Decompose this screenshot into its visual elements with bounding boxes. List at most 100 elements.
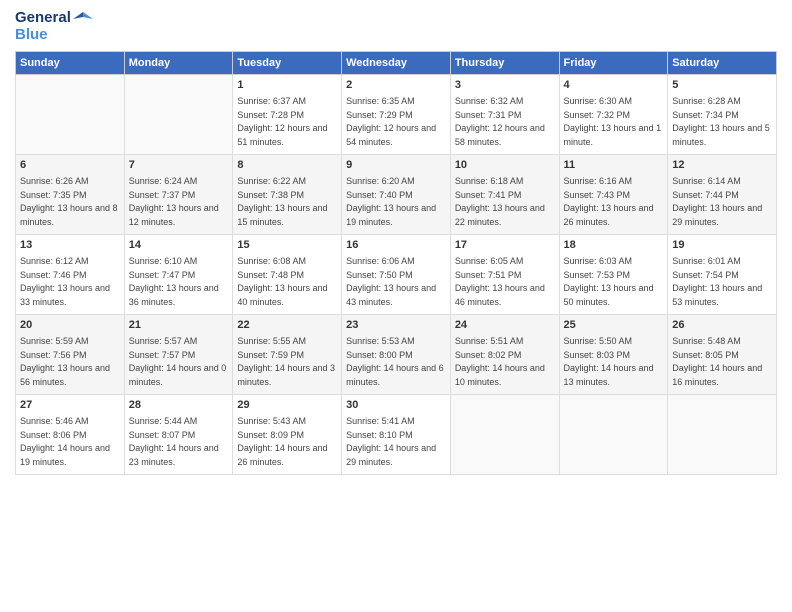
calendar-row: 13 Sunrise: 6:12 AM Sunset: 7:46 PM Dayli…: [16, 235, 777, 315]
calendar-cell: 16 Sunrise: 6:06 AM Sunset: 7:50 PM Dayli…: [342, 235, 451, 315]
day-info: Sunrise: 5:53 AM Sunset: 8:00 PM Dayligh…: [346, 335, 446, 389]
weekday-header-thursday: Thursday: [450, 52, 559, 75]
day-info: Sunrise: 6:20 AM Sunset: 7:40 PM Dayligh…: [346, 175, 446, 229]
day-number: 1: [237, 78, 337, 93]
day-number: 6: [20, 158, 120, 173]
calendar-row: 1Sunrise: 6:37 AM Sunset: 7:28 PM Daylig…: [16, 75, 777, 155]
calendar-cell: [16, 75, 125, 155]
logo-bird-icon: [73, 11, 93, 25]
day-number: 10: [455, 158, 555, 173]
day-number: 7: [129, 158, 229, 173]
calendar-cell: 4 Sunrise: 6:30 AM Sunset: 7:32 PM Daylig…: [559, 75, 668, 155]
day-number: 28: [129, 398, 229, 413]
day-info: Sunrise: 6:10 AM Sunset: 7:47 PM Dayligh…: [129, 255, 229, 309]
day-info: Sunrise: 6:28 AM Sunset: 7:34 PM Dayligh…: [672, 95, 772, 149]
day-info: Sunrise: 6:22 AM Sunset: 7:38 PM Dayligh…: [237, 175, 337, 229]
calendar-cell: 23 Sunrise: 5:53 AM Sunset: 8:00 PM Dayli…: [342, 315, 451, 395]
day-info: Sunrise: 5:57 AM Sunset: 7:57 PM Dayligh…: [129, 335, 229, 389]
calendar-row: 6 Sunrise: 6:26 AM Sunset: 7:35 PM Daylig…: [16, 155, 777, 235]
calendar-cell: 3 Sunrise: 6:32 AM Sunset: 7:31 PM Daylig…: [450, 75, 559, 155]
calendar-cell: 22 Sunrise: 5:55 AM Sunset: 7:59 PM Dayli…: [233, 315, 342, 395]
day-number: 13: [20, 238, 120, 253]
day-number: 18: [564, 238, 664, 253]
calendar-cell: 29 Sunrise: 5:43 AM Sunset: 8:09 PM Dayli…: [233, 395, 342, 475]
day-number: 24: [455, 318, 555, 333]
day-number: 17: [455, 238, 555, 253]
day-info: Sunrise: 5:44 AM Sunset: 8:07 PM Dayligh…: [129, 415, 229, 469]
weekday-header-row: SundayMondayTuesdayWednesdayThursdayFrid…: [16, 52, 777, 75]
day-number: 20: [20, 318, 120, 333]
day-info: Sunrise: 6:16 AM Sunset: 7:43 PM Dayligh…: [564, 175, 664, 229]
page: General Blue SundayMondayTuesdayWednesda…: [0, 0, 792, 612]
day-number: 9: [346, 158, 446, 173]
calendar-cell: 2 Sunrise: 6:35 AM Sunset: 7:29 PM Daylig…: [342, 75, 451, 155]
weekday-header-wednesday: Wednesday: [342, 52, 451, 75]
calendar-cell: 25 Sunrise: 5:50 AM Sunset: 8:03 PM Dayli…: [559, 315, 668, 395]
day-number: 4: [564, 78, 664, 93]
day-info: Sunrise: 6:14 AM Sunset: 7:44 PM Dayligh…: [672, 175, 772, 229]
calendar-cell: 27 Sunrise: 5:46 AM Sunset: 8:06 PM Dayli…: [16, 395, 125, 475]
day-number: 15: [237, 238, 337, 253]
day-number: 8: [237, 158, 337, 173]
weekday-header-monday: Monday: [124, 52, 233, 75]
day-number: 25: [564, 318, 664, 333]
header: General Blue: [15, 10, 777, 43]
calendar-cell: [450, 395, 559, 475]
day-number: 29: [237, 398, 337, 413]
day-number: 27: [20, 398, 120, 413]
calendar-cell: 6 Sunrise: 6:26 AM Sunset: 7:35 PM Daylig…: [16, 155, 125, 235]
day-number: 23: [346, 318, 446, 333]
day-info: Sunrise: 6:30 AM Sunset: 7:32 PM Dayligh…: [564, 95, 664, 149]
calendar-cell: 1Sunrise: 6:37 AM Sunset: 7:28 PM Daylig…: [233, 75, 342, 155]
day-number: 14: [129, 238, 229, 253]
calendar-cell: 15Sunrise: 6:08 AM Sunset: 7:48 PM Dayli…: [233, 235, 342, 315]
calendar-cell: [559, 395, 668, 475]
day-number: 22: [237, 318, 337, 333]
calendar-cell: 5 Sunrise: 6:28 AM Sunset: 7:34 PM Daylig…: [668, 75, 777, 155]
day-info: Sunrise: 6:12 AM Sunset: 7:46 PM Dayligh…: [20, 255, 120, 309]
logo: General Blue: [15, 10, 93, 43]
weekday-header-friday: Friday: [559, 52, 668, 75]
day-number: 5: [672, 78, 772, 93]
calendar-row: 20 Sunrise: 5:59 AM Sunset: 7:56 PM Dayli…: [16, 315, 777, 395]
calendar-cell: 20 Sunrise: 5:59 AM Sunset: 7:56 PM Dayli…: [16, 315, 125, 395]
calendar-cell: 18Sunrise: 6:03 AM Sunset: 7:53 PM Dayli…: [559, 235, 668, 315]
calendar-cell: 21 Sunrise: 5:57 AM Sunset: 7:57 PM Dayli…: [124, 315, 233, 395]
day-number: 21: [129, 318, 229, 333]
day-number: 16: [346, 238, 446, 253]
day-number: 30: [346, 398, 446, 413]
day-number: 2: [346, 78, 446, 93]
day-number: 3: [455, 78, 555, 93]
calendar-cell: [124, 75, 233, 155]
day-info: Sunrise: 6:06 AM Sunset: 7:50 PM Dayligh…: [346, 255, 446, 309]
day-info: Sunrise: 6:18 AM Sunset: 7:41 PM Dayligh…: [455, 175, 555, 229]
calendar-cell: [668, 395, 777, 475]
day-info: Sunrise: 5:43 AM Sunset: 8:09 PM Dayligh…: [237, 415, 337, 469]
weekday-header-tuesday: Tuesday: [233, 52, 342, 75]
calendar-cell: 14 Sunrise: 6:10 AM Sunset: 7:47 PM Dayli…: [124, 235, 233, 315]
calendar-cell: 19Sunrise: 6:01 AM Sunset: 7:54 PM Dayli…: [668, 235, 777, 315]
day-info: Sunrise: 5:59 AM Sunset: 7:56 PM Dayligh…: [20, 335, 120, 389]
calendar-cell: 8 Sunrise: 6:22 AM Sunset: 7:38 PM Daylig…: [233, 155, 342, 235]
day-info: Sunrise: 5:41 AM Sunset: 8:10 PM Dayligh…: [346, 415, 446, 469]
day-number: 19: [672, 238, 772, 253]
day-info: Sunrise: 5:50 AM Sunset: 8:03 PM Dayligh…: [564, 335, 664, 389]
calendar-cell: 24 Sunrise: 5:51 AM Sunset: 8:02 PM Dayli…: [450, 315, 559, 395]
calendar-cell: 13 Sunrise: 6:12 AM Sunset: 7:46 PM Dayli…: [16, 235, 125, 315]
logo-brand: General Blue: [15, 10, 93, 43]
weekday-header-sunday: Sunday: [16, 52, 125, 75]
day-info: Sunrise: 5:46 AM Sunset: 8:06 PM Dayligh…: [20, 415, 120, 469]
day-info: Sunrise: 5:51 AM Sunset: 8:02 PM Dayligh…: [455, 335, 555, 389]
day-info: Sunrise: 5:55 AM Sunset: 7:59 PM Dayligh…: [237, 335, 337, 389]
calendar-cell: 12Sunrise: 6:14 AM Sunset: 7:44 PM Dayli…: [668, 155, 777, 235]
calendar-cell: 10 Sunrise: 6:18 AM Sunset: 7:41 PM Dayli…: [450, 155, 559, 235]
day-info: Sunrise: 6:26 AM Sunset: 7:35 PM Dayligh…: [20, 175, 120, 229]
calendar-cell: 26 Sunrise: 5:48 AM Sunset: 8:05 PM Dayli…: [668, 315, 777, 395]
day-info: Sunrise: 6:35 AM Sunset: 7:29 PM Dayligh…: [346, 95, 446, 149]
weekday-header-saturday: Saturday: [668, 52, 777, 75]
calendar-cell: 28 Sunrise: 5:44 AM Sunset: 8:07 PM Dayli…: [124, 395, 233, 475]
day-number: 26: [672, 318, 772, 333]
calendar-row: 27 Sunrise: 5:46 AM Sunset: 8:06 PM Dayli…: [16, 395, 777, 475]
day-info: Sunrise: 5:48 AM Sunset: 8:05 PM Dayligh…: [672, 335, 772, 389]
day-info: Sunrise: 6:32 AM Sunset: 7:31 PM Dayligh…: [455, 95, 555, 149]
